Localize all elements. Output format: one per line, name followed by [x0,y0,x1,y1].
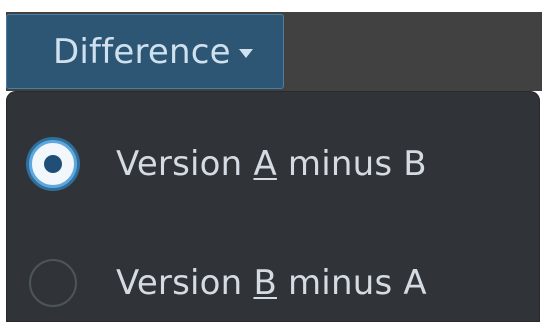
menu-item-label: Version A minus B [116,144,427,184]
caret-down-icon [238,49,253,58]
top-edge [0,0,542,12]
item-mnemonic: A [253,144,277,184]
radio-dot-icon [44,155,62,173]
radio-checked-icon[interactable] [29,140,77,188]
item-mnemonic: B [253,263,277,303]
item-suffix: minus B [276,144,427,184]
menu-item-version-b-minus-a[interactable]: Version B minus A [6,234,540,332]
difference-dropdown-button[interactable]: Difference [6,14,284,89]
menu-item-version-a-minus-b[interactable]: Version A minus B [6,115,540,213]
item-suffix: minus A [276,263,427,303]
dropdown-label: Difference [53,31,231,72]
item-prefix: Version [116,144,254,184]
difference-dropdown-menu: Version A minus B Version B minus A [6,91,540,322]
radio-unchecked-icon[interactable] [29,259,77,307]
menu-item-label: Version B minus A [116,263,427,303]
item-prefix: Version [116,263,254,303]
